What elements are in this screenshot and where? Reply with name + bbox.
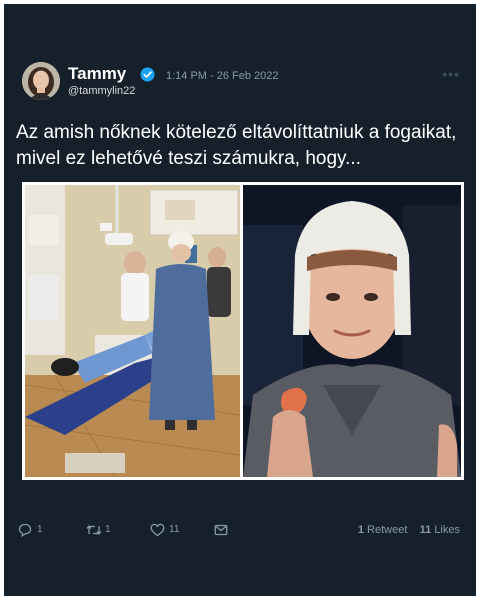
likes-label[interactable]: Likes [434,524,460,536]
tweet-timestamp[interactable]: 1:14 PM - 26 Feb 2022 [166,69,279,83]
retweet-icon [86,524,102,536]
tweet-stats: 1 Retweet 11 Likes [358,522,460,538]
author-handle[interactable]: @tammylin22 [68,84,135,98]
reply-count: 1 [37,524,43,535]
retweets-label[interactable]: Retweet [367,524,407,536]
retweets-total[interactable]: 1 [358,524,364,536]
author-name[interactable]: Tammy [68,64,126,84]
like-count: 11 [169,524,180,535]
mail-icon [214,524,228,536]
tweet-text: Az amish nőknek kötelező eltávolíttatniu… [16,122,457,169]
tweet-card: Tammy 1:14 PM - 26 Feb 2022 @tammylin22 … [4,4,476,596]
tweet-header: Tammy 1:14 PM - 26 Feb 2022 @tammylin22 … [22,62,462,106]
likes-total[interactable]: 11 [420,524,432,536]
reply-icon [18,523,32,537]
retweet-count: 1 [105,524,111,535]
verified-badge-icon [140,67,155,82]
more-options-icon[interactable]: ••• [442,67,460,81]
avatar[interactable] [22,62,60,100]
amish-woman-photo[interactable] [243,185,461,477]
tweet-media[interactable] [22,182,464,480]
dental-office-photo[interactable] [25,185,240,477]
heart-icon [150,523,165,537]
